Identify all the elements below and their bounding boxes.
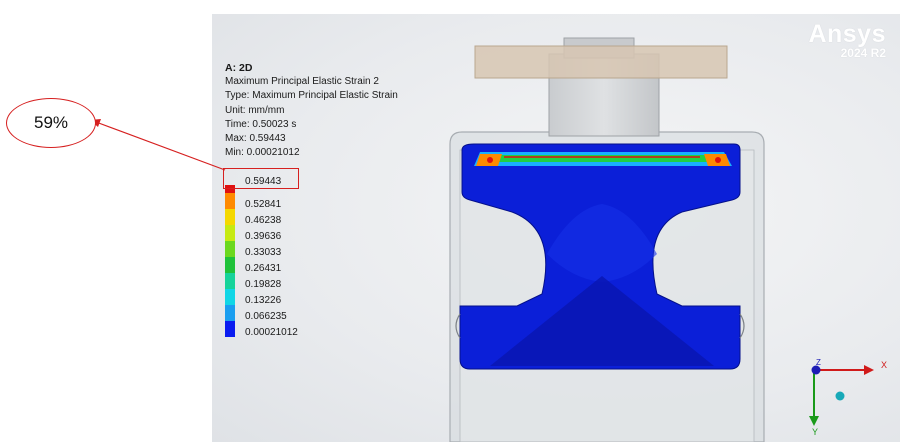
annotation-arrow [90, 119, 226, 171]
max-value-highlight-box [223, 168, 299, 189]
callout-ellipse: 59% [6, 98, 96, 148]
callout-text: 59% [33, 113, 69, 132]
